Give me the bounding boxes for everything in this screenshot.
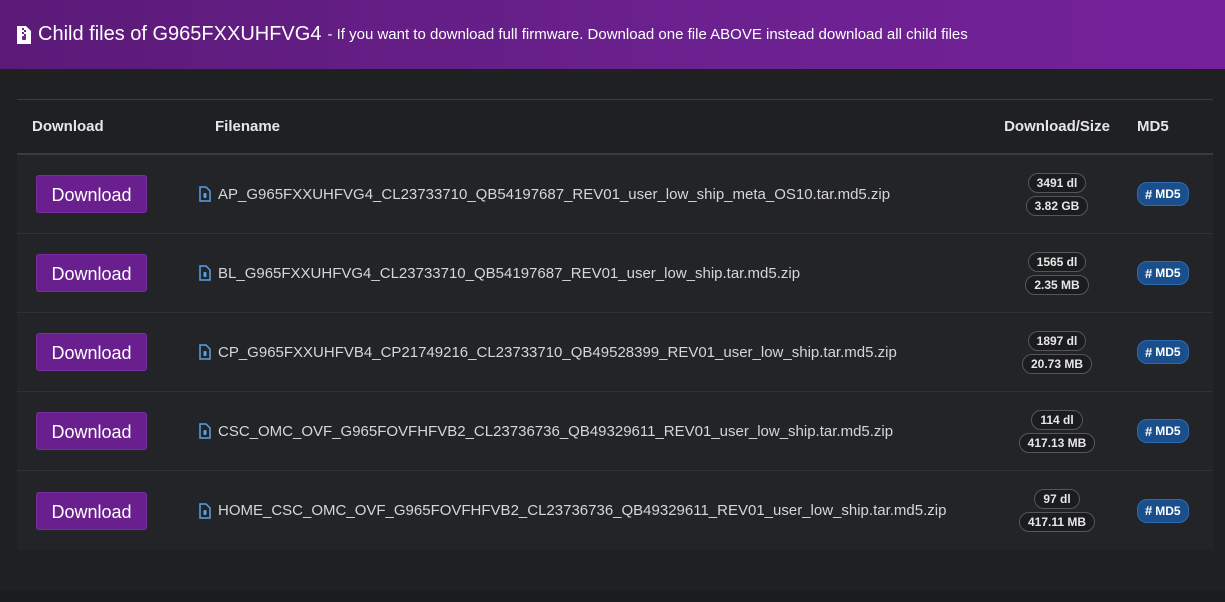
download-button[interactable]: Download [36, 412, 147, 450]
download-count-badge: 1565 dl [1027, 251, 1087, 272]
file-archive-icon [199, 502, 211, 519]
file-size-badge: 2.35 MB [1025, 274, 1089, 295]
hash-icon: # [1145, 344, 1153, 360]
download-count-badge: 1897 dl [1027, 330, 1087, 351]
md5-label: MD5 [1155, 187, 1181, 201]
md5-button[interactable]: # MD5 [1137, 340, 1189, 364]
download-button[interactable]: Download [36, 491, 147, 530]
column-header-md5: MD5 [1137, 118, 1169, 135]
md5-label: MD5 [1155, 503, 1181, 518]
table-row: Download CSC_OMC_OVF_G965FOVFHFVB2_CL237… [17, 392, 1213, 471]
md5-button[interactable]: # MD5 [1137, 498, 1189, 523]
page-title: Child files of G965FXXUHFVG4 [38, 23, 322, 45]
child-files-table: Download Filename Download/Size MD5 Down… [17, 99, 1213, 550]
download-count-badge: 97 dl [1034, 489, 1080, 509]
hash-icon: # [1145, 423, 1153, 439]
page-header: Child files of G965FXXUHFVG4 - If you wa… [0, 0, 1225, 69]
page-footer-strip [0, 590, 1225, 602]
download-button[interactable]: Download [36, 333, 147, 371]
file-size-badge: 3.82 GB [1025, 195, 1089, 216]
file-size-badge: 417.13 MB [1018, 432, 1096, 453]
hash-icon: # [1145, 503, 1153, 518]
column-header-filename: Filename [215, 118, 281, 135]
table-row: Download BL_G965FXXUHFVG4_CL23733710_QB5… [17, 234, 1213, 313]
filename-text: CSC_OMC_OVF_G965FOVFHFVB2_CL23736736_QB4… [218, 422, 894, 440]
md5-button[interactable]: # MD5 [1137, 419, 1189, 443]
column-header-size: Download/Size [1004, 118, 1110, 135]
table-row: Download AP_G965FXXUHFVG4_CL23733710_QB5… [17, 155, 1213, 234]
md5-button[interactable]: # MD5 [1137, 261, 1189, 285]
filename-text: AP_G965FXXUHFVG4_CL23733710_QB54197687_R… [218, 185, 891, 203]
md5-label: MD5 [1155, 424, 1181, 438]
download-button[interactable]: Download [36, 175, 147, 213]
md5-label: MD5 [1155, 266, 1181, 280]
column-header-download: Download [32, 118, 104, 135]
md5-button[interactable]: # MD5 [1137, 182, 1189, 206]
zip-file-icon [16, 25, 32, 45]
file-archive-icon [199, 186, 211, 202]
filename-text: HOME_CSC_OMC_OVF_G965FOVFHFVB2_CL2373673… [218, 502, 947, 519]
md5-label: MD5 [1155, 345, 1181, 359]
download-count-badge: 3491 dl [1027, 172, 1087, 193]
file-archive-icon [199, 344, 211, 360]
file-size-badge: 417.11 MB [1018, 512, 1096, 532]
file-archive-icon [199, 265, 211, 281]
table-header: Download Filename Download/Size MD5 [17, 99, 1213, 155]
download-count-badge: 114 dl [1031, 409, 1083, 430]
filename-text: CP_G965FXXUHFVB4_CP21749216_CL23733710_Q… [218, 343, 897, 361]
table-row: Download CP_G965FXXUHFVB4_CP21749216_CL2… [17, 313, 1213, 392]
table-row: Download HOME_CSC_OMC_OVF_G965FOVFHFVB2_… [17, 471, 1213, 550]
hash-icon: # [1145, 186, 1153, 202]
filename-text: BL_G965FXXUHFVG4_CL23733710_QB54197687_R… [218, 264, 801, 282]
download-button[interactable]: Download [36, 254, 147, 292]
page-subtitle: - If you want to download full firmware.… [327, 26, 968, 43]
file-archive-icon [199, 423, 211, 439]
file-size-badge: 20.73 MB [1021, 353, 1093, 374]
hash-icon: # [1145, 265, 1153, 281]
